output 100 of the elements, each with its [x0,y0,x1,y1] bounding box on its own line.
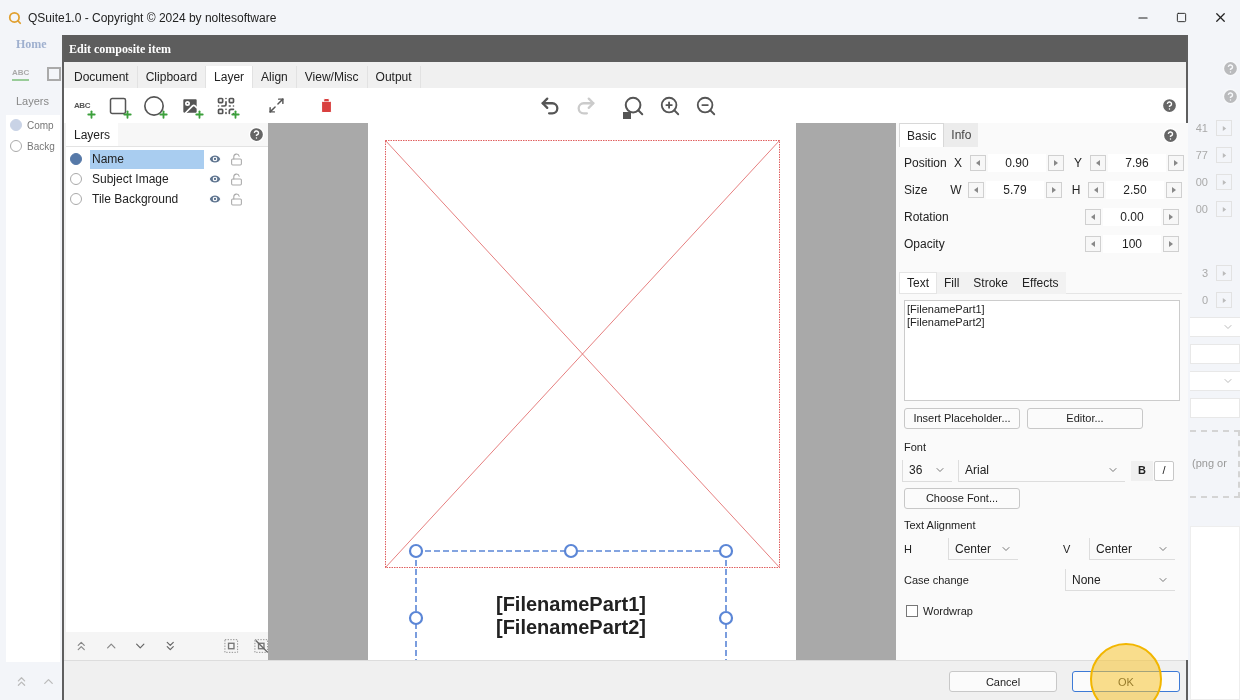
drop-zone-hint: (png or [1192,457,1227,469]
right-triangle-icon [1168,241,1174,247]
checkbox-label: Wordwrap [923,604,973,619]
section-label: Text Alignment [904,517,977,533]
dropdown[interactable]: Center [948,538,1018,560]
tab[interactable]: Basic [899,123,945,147]
editor-button[interactable]: Editor... [1027,408,1143,429]
spin-field[interactable]: 5.79 [986,181,1044,199]
tab[interactable]: Text [899,271,937,294]
layer-item[interactable]: Tile Background [90,189,204,209]
right-triangle-icon [1221,179,1227,185]
layer-item[interactable]: Name [90,149,204,169]
wordwrap-checkbox[interactable] [906,605,918,618]
spin-field[interactable]: 7.96 [1108,154,1166,172]
right-triangle-icon [1168,214,1174,220]
decrement-button[interactable] [1090,155,1106,171]
eye-icon[interactable] [208,192,222,206]
layer-item[interactable]: Subject Image [90,169,204,189]
help-icon[interactable] [1162,126,1179,144]
tab[interactable]: Fill [937,271,967,294]
field-label: V [1063,541,1072,557]
right-triangle-icon [1221,270,1227,276]
canvas-text: [FilenamePart2] [495,616,647,639]
increment-button[interactable] [1048,155,1064,171]
field-label: Y [1073,155,1083,172]
zoom-page-icon[interactable] [622,94,646,117]
right-triangle-icon [1053,160,1059,166]
dropdown[interactable]: 36 [902,459,952,482]
radio-button[interactable] [10,140,22,152]
insert-placeholder-button[interactable]: Insert Placeholder... [904,408,1020,429]
left-triangle-icon [973,187,979,193]
layers-label: Layers [16,94,51,109]
left-triangle-icon [975,160,981,166]
select-all-icon[interactable] [224,638,239,654]
close-icon[interactable] [1213,10,1228,25]
spin-field[interactable]: 0.00 [1103,208,1161,226]
right-triangle-icon [1171,187,1177,193]
zoom-in-icon[interactable] [658,94,682,117]
tab[interactable]: Stroke [966,271,1016,294]
dropdown[interactable]: Center [1089,538,1175,560]
field-label: Opacity [904,236,946,253]
text-input-field[interactable]: [FilenamePart1] [FilenamePart2] [904,300,1180,401]
decrement-button[interactable] [968,182,984,198]
left-triangle-icon [1090,241,1096,247]
app-logo-icon [8,10,22,25]
maximize-icon[interactable] [1176,12,1187,23]
field-label: X [953,155,963,172]
canvas-text: [FilenamePart1] [495,593,647,616]
spin-field[interactable]: 0.90 [988,154,1046,172]
right-triangle-icon [1221,125,1227,131]
lock-icon[interactable] [230,152,243,166]
deselect-icon[interactable] [253,638,268,654]
dropdown[interactable]: Arial [958,459,1125,482]
decrement-button[interactable] [1088,182,1104,198]
radio-button[interactable] [70,193,82,205]
spin-field[interactable]: 100 [1103,235,1161,253]
eye-icon[interactable] [208,152,222,166]
cancel-button[interactable]: Cancel [949,671,1057,693]
layers-panel-tab[interactable]: Layers [66,123,119,146]
layer-item[interactable]: Comp [27,117,54,133]
lock-icon[interactable] [230,192,243,206]
field-label: Rotation [904,209,946,226]
right-triangle-icon [1173,160,1179,166]
field-label: H [904,541,913,557]
right-triangle-icon [1221,152,1227,158]
decrement-button[interactable] [1085,236,1101,252]
tab[interactable]: Layer [206,66,254,88]
help-icon[interactable] [1161,97,1178,114]
section-label: Font [904,440,927,455]
increment-button[interactable] [1163,209,1179,225]
dropdown[interactable]: None [1065,569,1175,591]
increment-button[interactable] [1163,236,1179,252]
decrement-button[interactable] [970,155,986,171]
spin-field[interactable]: 2.50 [1106,181,1164,199]
increment-button[interactable] [1168,155,1184,171]
italic-button[interactable]: / [1154,460,1174,481]
choose-font-button[interactable]: Choose Font... [904,487,1020,509]
tab[interactable]: Effects [1015,271,1066,294]
increment-button[interactable] [1046,182,1062,198]
left-triangle-icon [1095,160,1101,166]
increment-button[interactable] [1166,182,1182,198]
decrement-button[interactable] [1085,209,1101,225]
right-triangle-icon [1221,206,1227,212]
eye-icon[interactable] [208,172,222,186]
right-triangle-icon [1051,187,1057,193]
field-label: Size [904,182,929,199]
radio-button[interactable] [70,173,82,185]
layer-item[interactable]: Backg [27,138,55,154]
selection-frame[interactable] [408,543,734,660]
window-title: QSuite1.0 - Copyright © 2024 by noltesoftware [28,9,277,27]
tab[interactable]: Info [944,123,979,147]
lock-icon[interactable] [230,172,243,186]
add-text-tool[interactable]: ABC [70,94,94,117]
help-icon[interactable] [248,126,265,143]
bold-button[interactable]: B [1131,460,1153,481]
radio-button[interactable] [70,153,82,165]
field-label: Case change [904,572,970,588]
zoom-out-icon[interactable] [694,94,718,117]
add-ellipse-icon[interactable] [142,94,166,117]
field-label: Position [904,155,946,172]
